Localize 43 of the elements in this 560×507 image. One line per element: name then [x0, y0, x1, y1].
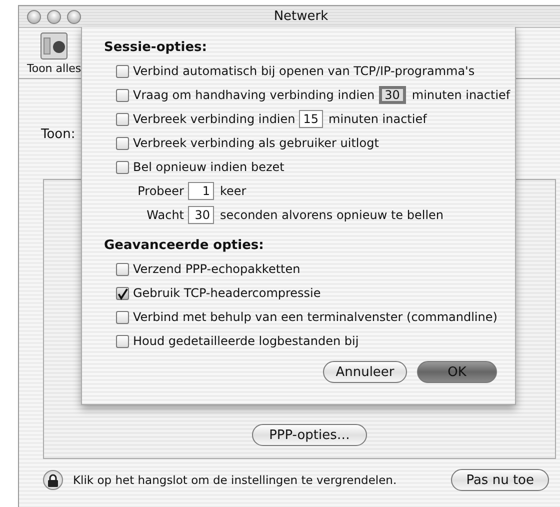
checkbox-label[interactable]: Houd gedetailleerde logbestanden bij: [104, 334, 359, 348]
section-heading: Geavanceerde opties:: [104, 236, 265, 254]
checkbox[interactable]: [116, 286, 129, 300]
unit-label: minuten inactief: [410, 88, 510, 102]
unit-label: minuten inactief: [328, 112, 427, 126]
checkbox[interactable]: [116, 310, 129, 324]
checkbox[interactable]: [116, 64, 129, 78]
field-label: Probeer: [136, 184, 184, 198]
checkbox[interactable]: [116, 160, 129, 174]
checkbox-label[interactable]: Gebruik TCP-headercompressie: [104, 286, 321, 300]
checkbox-label[interactable]: Verbind met behulp van een terminalvenster (commandline): [104, 310, 498, 324]
minimize-button[interactable]: [47, 10, 61, 24]
number-field[interactable]: 1: [188, 182, 214, 200]
dialog-button[interactable]: OK: [417, 361, 497, 383]
apply-button[interactable]: Pas nu toe: [451, 469, 549, 491]
minutes-field[interactable]: 15: [299, 110, 323, 128]
checkbox-label[interactable]: Verzend PPP-echopakketten: [104, 262, 300, 276]
lock-button[interactable]: [43, 470, 63, 490]
minutes-field[interactable]: 30: [378, 86, 406, 104]
close-button[interactable]: [27, 10, 41, 24]
zoom-button[interactable]: [67, 10, 81, 24]
field-label: Wacht: [146, 208, 184, 222]
checkbox[interactable]: [116, 88, 129, 102]
ppp-options-button[interactable]: PPP-opties…: [252, 424, 367, 446]
checkbox[interactable]: [116, 262, 129, 276]
checkbox-label[interactable]: Vraag om handhaving verbinding indien: [104, 88, 375, 102]
show-all-button[interactable]: Toon alles: [27, 28, 82, 78]
checkbox-label[interactable]: Verbreek verbinding als gebruiker uitlogt: [104, 136, 379, 150]
padlock-icon: [47, 474, 59, 486]
unit-label: keer: [219, 184, 246, 198]
checkbox-label[interactable]: Bel opnieuw indien bezet: [104, 160, 284, 174]
checkbox-label[interactable]: Verbind automatisch bij openen van TCP/IP-programma's: [104, 64, 475, 78]
lock-hint-text: Klik op het hangslot om de instellingen te vergrendelen.: [73, 473, 398, 487]
number-field[interactable]: 30: [188, 206, 214, 224]
checkbox[interactable]: [116, 112, 129, 126]
checkbox-label[interactable]: Verbreek verbinding indien: [104, 112, 296, 126]
window-title: Netwerk: [272, 9, 330, 24]
checkbox[interactable]: [116, 334, 129, 348]
section-heading: Sessie-opties:: [104, 38, 208, 56]
unit-label: seconden alvorens opnieuw te bellen: [219, 208, 444, 222]
checkbox[interactable]: [116, 136, 129, 150]
show-label: Toon:: [41, 127, 76, 142]
dialog-button[interactable]: Annuleer: [323, 361, 407, 383]
